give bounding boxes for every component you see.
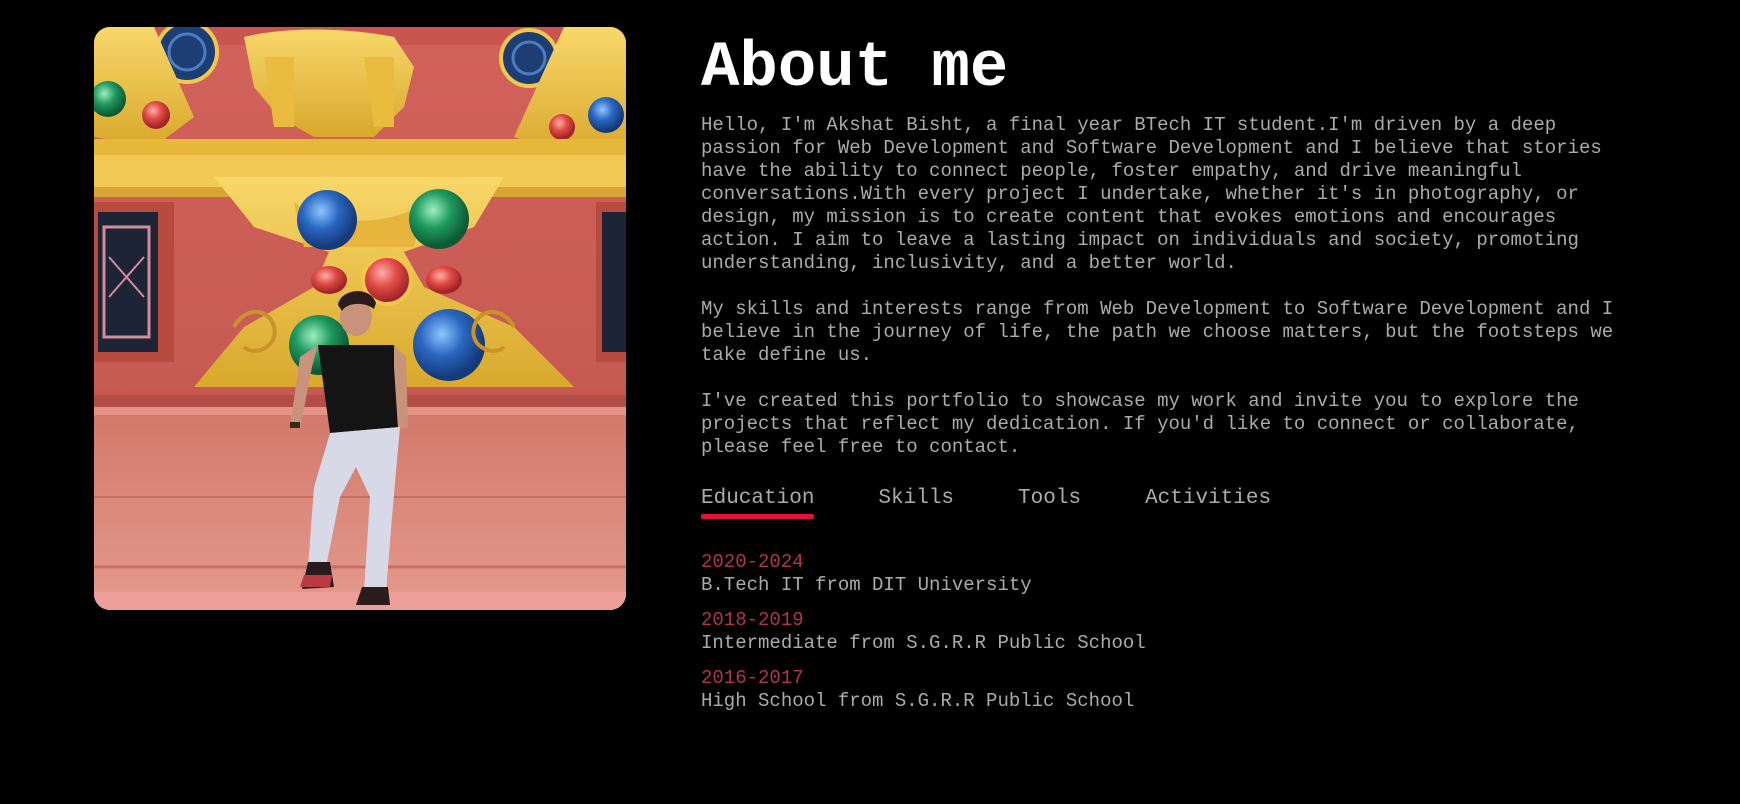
education-year: 2016-2017 — [701, 667, 804, 689]
tab-skills[interactable]: Skills — [878, 485, 954, 519]
about-paragraph-portfolio: I've created this portfolio to showcase … — [701, 390, 1579, 458]
about-section: About me Hello, I'm Akshat Bisht, a fina… — [701, 30, 1641, 725]
list-item: 2018-2019 Intermediate from S.G.R.R Publ… — [701, 609, 1641, 655]
profile-photo-illustration — [94, 27, 626, 610]
tab-education[interactable]: Education — [701, 485, 815, 519]
education-description: High School from S.G.R.R Public School — [701, 690, 1135, 712]
about-paragraph-intro: Hello, I'm Akshat Bisht, a final year BT… — [701, 114, 1602, 274]
about-title: About me — [701, 33, 1009, 105]
profile-photo — [94, 27, 626, 610]
education-year: 2020-2024 — [701, 551, 804, 573]
about-paragraph-skills: My skills and interests range from Web D… — [701, 298, 1614, 366]
education-description: B.Tech IT from DIT University — [701, 574, 1032, 596]
education-description: Intermediate from S.G.R.R Public School — [701, 632, 1146, 654]
list-item: 2016-2017 High School from S.G.R.R Publi… — [701, 667, 1641, 713]
education-year: 2018-2019 — [701, 609, 804, 631]
tab-activities[interactable]: Activities — [1145, 485, 1271, 519]
tab-tools[interactable]: Tools — [1018, 485, 1081, 519]
list-item: 2020-2024 B.Tech IT from DIT University — [701, 551, 1641, 597]
about-tabs: Education Skills Tools Activities — [701, 485, 1641, 519]
education-list: 2020-2024 B.Tech IT from DIT University … — [701, 551, 1641, 713]
